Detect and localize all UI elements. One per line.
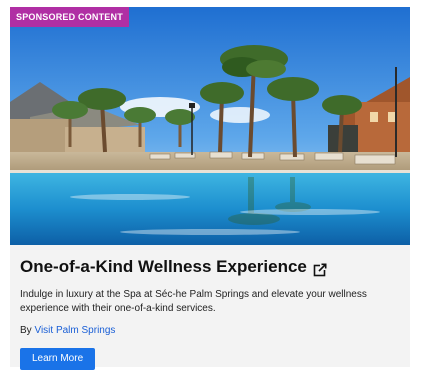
sponsor-link[interactable]: Visit Palm Springs — [34, 325, 115, 336]
sponsor-line: By Visit Palm Springs — [20, 325, 402, 336]
by-prefix: By — [20, 325, 35, 336]
sponsored-card: SPONSORED CONTENT One-of-a-Kind Wellness… — [10, 7, 410, 370]
card-content: One-of-a-Kind Wellness Experience Indulg… — [20, 255, 402, 336]
external-link-icon — [313, 260, 327, 277]
learn-more-button[interactable]: Learn More — [20, 348, 96, 370]
sponsored-badge: SPONSORED CONTENT — [10, 7, 129, 27]
pool-palm-photo — [10, 7, 410, 245]
hero-image[interactable]: SPONSORED CONTENT — [10, 7, 410, 245]
ad-title: One-of-a-Kind Wellness Experience — [20, 257, 307, 276]
ad-description: Indulge in luxury at the Spa at Séc-he P… — [20, 289, 367, 314]
ad-title-link[interactable]: One-of-a-Kind Wellness Experience — [20, 255, 402, 279]
